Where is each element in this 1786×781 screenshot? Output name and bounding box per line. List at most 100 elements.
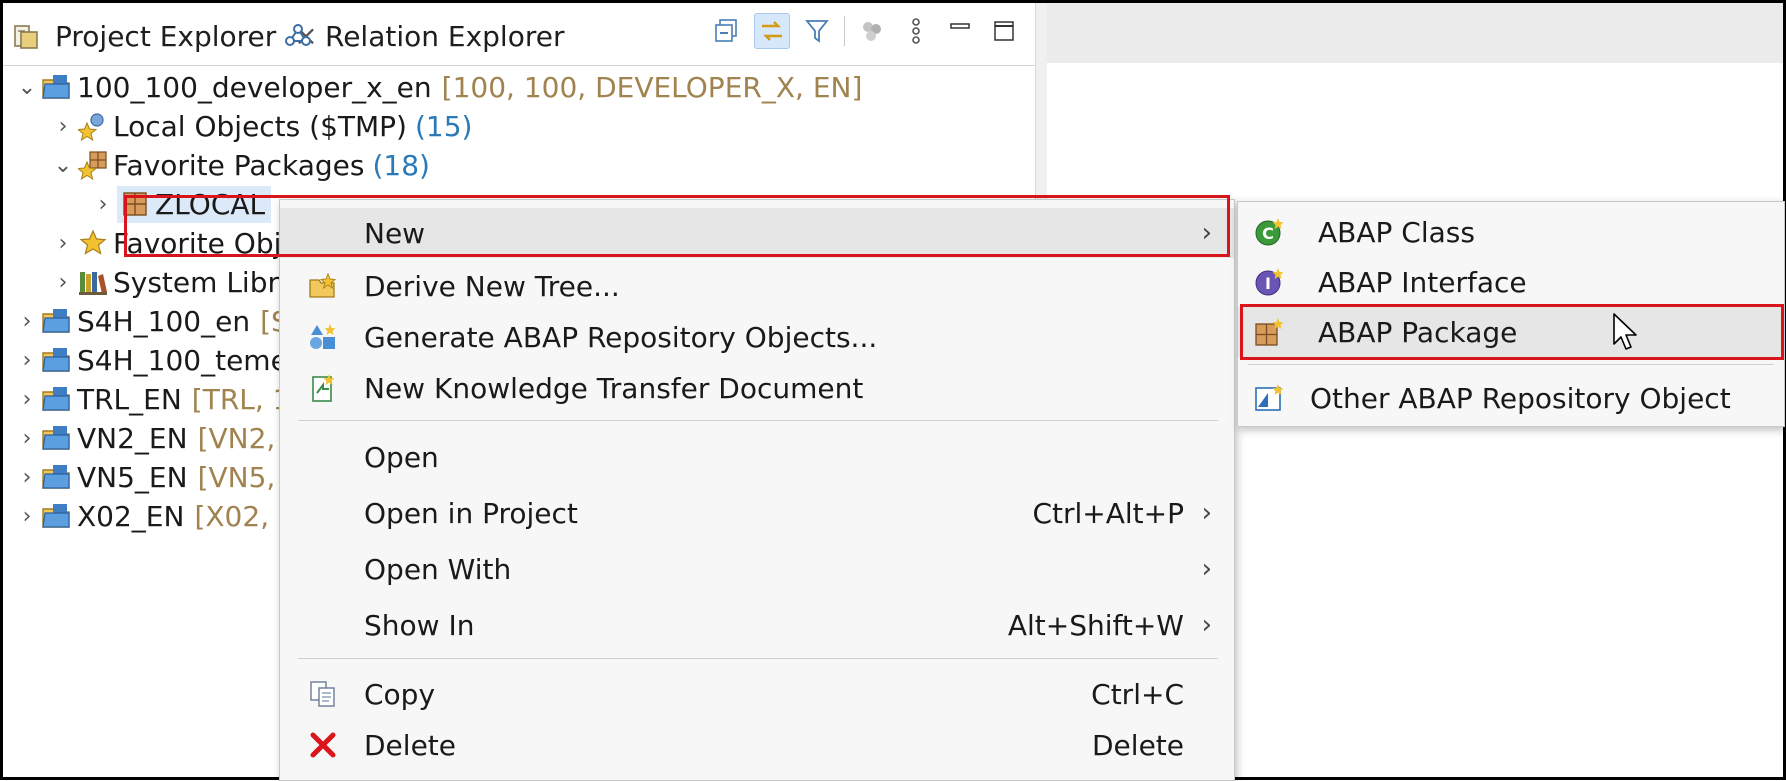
chevron-right-icon[interactable]: › — [13, 426, 41, 451]
abap-project-icon — [41, 305, 73, 337]
chevron-down-icon[interactable]: ⌄ — [13, 75, 41, 100]
submenu-item-abap-class[interactable]: C ABAP Class — [1238, 207, 1784, 257]
submenu-item-label: ABAP Class — [1318, 215, 1475, 249]
chevron-right-icon[interactable]: › — [49, 231, 77, 256]
tree-row-vn2-en[interactable]: › VN2_EN [VN2, — [13, 416, 276, 460]
menu-item-label: Open — [364, 440, 439, 474]
menu-item-shortcut: Ctrl+Alt+P — [1032, 496, 1184, 530]
submenu-item-other-abap-repository-object[interactable]: Other ABAP Repository Object — [1238, 373, 1784, 423]
chevron-right-icon[interactable]: › — [89, 192, 117, 217]
submenu-item-label: ABAP Package — [1318, 315, 1518, 349]
delete-icon — [306, 728, 340, 762]
svg-text:I: I — [1265, 274, 1271, 293]
submenu-item-abap-package[interactable]: ABAP Package — [1238, 307, 1784, 357]
filter-icon[interactable] — [800, 14, 834, 48]
menu-item-new-knowledge-transfer-document[interactable]: New Knowledge Transfer Document — [280, 363, 1234, 413]
menu-item-label: Open With — [364, 552, 512, 586]
menu-item-label: Generate ABAP Repository Objects... — [364, 320, 878, 354]
tab-relation-explorer[interactable]: Relation Explorer — [281, 11, 564, 61]
tree-row-favorite-objects[interactable]: › Favorite Obj — [49, 221, 282, 265]
chevron-right-icon: › — [1201, 218, 1212, 248]
tree-label: X02_EN — [77, 499, 185, 533]
menu-item-show-in[interactable]: Show In Alt+Shift+W › — [280, 600, 1234, 650]
tree-row-trl-en[interactable]: › TRL_EN [TRL, 1 — [13, 377, 291, 421]
tree-label: S4H_100_teme — [77, 343, 288, 377]
objects-icon[interactable] — [855, 14, 889, 48]
menu-item-copy[interactable]: Copy Ctrl+C — [280, 669, 1234, 719]
tree-meta: [TRL, 1 — [191, 382, 291, 416]
tree-label: System Libr — [113, 265, 279, 299]
mouse-pointer-icon — [1612, 312, 1640, 356]
relation-explorer-icon — [281, 20, 313, 52]
chevron-right-icon[interactable]: › — [49, 114, 77, 139]
star-icon — [77, 227, 109, 259]
tab-label: Project Explorer — [55, 19, 277, 53]
library-icon — [77, 266, 109, 298]
menu-item-delete[interactable]: Delete Delete — [280, 720, 1234, 770]
tree-meta: [VN2, — [197, 421, 276, 455]
chevron-right-icon[interactable]: › — [13, 387, 41, 412]
menu-separator — [298, 420, 1218, 421]
knowledge-transfer-icon — [306, 371, 340, 405]
tree-label: VN2_EN — [77, 421, 188, 455]
selected-item[interactable]: ZLOCAL — [117, 185, 272, 223]
collapse-all-icon[interactable] — [710, 14, 744, 48]
view-menu-icon[interactable] — [899, 14, 933, 48]
submenu-item-abap-interface[interactable]: I ABAP Interface — [1238, 257, 1784, 307]
menu-item-new[interactable]: New › — [280, 208, 1234, 258]
tree-row-system-library[interactable]: › System Libr — [49, 260, 279, 304]
abap-project-icon — [41, 383, 73, 415]
project-explorer-icon — [11, 20, 43, 52]
tree-row-zlocal[interactable]: › ZLOCAL — [89, 182, 272, 226]
tab-project-explorer[interactable]: Project Explorer × — [11, 11, 318, 61]
new-submenu: C ABAP Class I ABAP Interface ABAP Packa… — [1237, 201, 1785, 427]
tree-label: ZLOCAL — [155, 187, 266, 221]
abap-project-icon — [41, 422, 73, 454]
tree-meta: [100, 100, DEVELOPER_X, EN] — [441, 70, 863, 104]
svg-text:C: C — [1262, 224, 1274, 243]
abap-interface-icon: I — [1252, 265, 1286, 299]
menu-item-derive-new-tree[interactable]: Derive New Tree... — [280, 261, 1234, 311]
chevron-right-icon[interactable]: › — [13, 309, 41, 334]
chevron-right-icon[interactable]: › — [13, 465, 41, 490]
tree-row-project[interactable]: ⌄ 100_100_developer_x_en [100, 100, DEVE… — [13, 65, 863, 109]
submenu-separator — [1248, 364, 1774, 365]
tree-label: VN5_EN — [77, 460, 188, 494]
menu-item-label: Delete — [364, 728, 456, 762]
chevron-right-icon[interactable]: › — [49, 270, 77, 295]
menu-item-open-with[interactable]: Open With › — [280, 544, 1234, 594]
menu-item-open-in-project[interactable]: Open in Project Ctrl+Alt+P › — [280, 488, 1234, 538]
menu-item-label: Open in Project — [364, 496, 578, 530]
tree-row-s4h-100-teme[interactable]: › S4H_100_teme — [13, 338, 288, 382]
menu-item-label: New Knowledge Transfer Document — [364, 371, 864, 405]
chevron-right-icon[interactable]: › — [13, 348, 41, 373]
tree-label: S4H_100_en — [77, 304, 251, 338]
chevron-down-icon[interactable]: ⌄ — [49, 153, 77, 178]
abap-project-icon — [41, 500, 73, 532]
tree-row-favorite-packages[interactable]: ⌄ Favorite Packages (18) — [49, 143, 430, 187]
tree-row-x02-en[interactable]: › X02_EN [X02, 1 — [13, 494, 296, 538]
tree-label: Favorite Packages — [113, 148, 365, 182]
chevron-right-icon: › — [1201, 554, 1212, 584]
abap-project-icon — [41, 461, 73, 493]
minimize-icon[interactable] — [943, 14, 977, 48]
package-icon — [119, 188, 151, 220]
tree-row-local-objects[interactable]: › Local Objects ($TMP) (15) — [49, 104, 473, 148]
menu-item-label: Show In — [364, 608, 475, 642]
abap-class-icon: C — [1252, 215, 1286, 249]
tree-meta: [VN5, — [197, 460, 276, 494]
tree-row-vn5-en[interactable]: › VN5_EN [VN5, — [13, 455, 276, 499]
abap-package-icon — [1252, 315, 1286, 349]
menu-item-open[interactable]: Open — [280, 432, 1234, 482]
editor-header — [1047, 3, 1783, 63]
link-with-editor-icon[interactable] — [754, 13, 790, 49]
menu-item-shortcut: Ctrl+C — [1091, 677, 1184, 711]
chevron-right-icon[interactable]: › — [13, 504, 41, 529]
menu-item-generate-abap-repository-objects[interactable]: Generate ABAP Repository Objects... — [280, 312, 1234, 362]
abap-project-icon — [41, 344, 73, 376]
view-tab-bar: Project Explorer × Relation Explorer — [3, 3, 1035, 66]
tree-label: Favorite Obj — [113, 226, 282, 260]
favorite-packages-icon — [77, 149, 109, 181]
maximize-icon[interactable] — [987, 14, 1021, 48]
tree-row-s4h-100-en[interactable]: › S4H_100_en [S — [13, 299, 289, 343]
